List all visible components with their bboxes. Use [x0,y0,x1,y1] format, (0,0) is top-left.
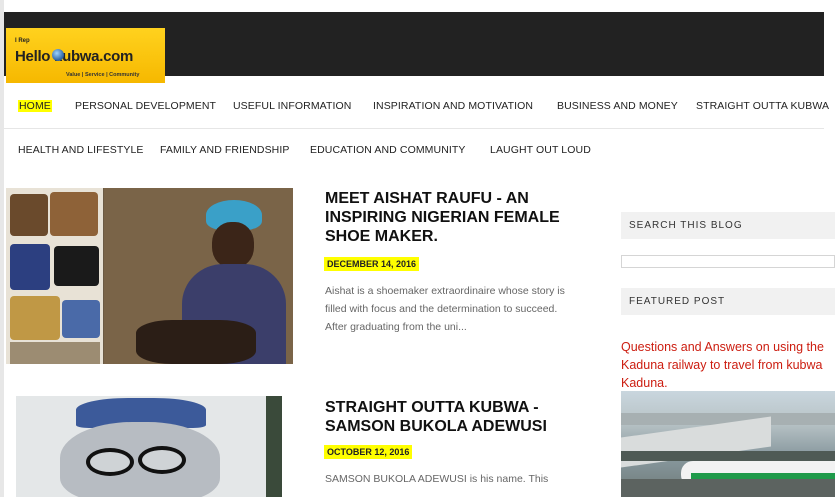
post-snippet: SAMSON BUKOLA ADEWUSI is his name. This [325,473,549,485]
secondary-nav: HEALTH AND LIFESTYLE FAMILY AND FRIENDSH… [4,130,824,170]
logo-brand-text: Hello kubwa.com [15,48,134,65]
featured-widget-title: FEATURED POST [629,296,726,307]
search-input[interactable] [621,255,835,268]
nav-item-family-and-friendship[interactable]: FAMILY AND FRIENDSHIP [160,144,290,156]
nav-item-inspiration-and-motivation[interactable]: INSPIRATION AND MOTIVATION [373,100,533,112]
logo-small-text: I Rep [15,38,30,44]
featured-widget-heading: FEATURED POST [621,288,835,315]
primary-nav: HOME PERSONAL DEVELOPMENT USEFUL INFORMA… [4,84,829,129]
nav-item-business-and-money[interactable]: BUSINESS AND MONEY [557,100,678,112]
nav-item-home[interactable]: HOME [18,100,52,112]
post-date: DECEMBER 14, 2016 [324,257,420,271]
post-snippet: Aishat is a shoemaker extraordinaire who… [325,285,565,333]
logo-tagline: Value | Service | Community [66,72,140,78]
post-thumbnail-shoemaker[interactable] [6,188,293,364]
featured-post-title[interactable]: Questions and Answers on using the Kadun… [621,338,835,392]
nav-item-personal-development[interactable]: PERSONAL DEVELOPMENT [75,100,216,112]
site-logo[interactable]: I Rep Hello kubwa.com Value | Service | … [6,28,165,83]
featured-post-image[interactable] [621,391,835,497]
post-title[interactable]: MEET AISHAT RAUFU - AN INSPIRING NIGERIA… [325,189,580,246]
search-widget-heading: SEARCH THIS BLOG [621,212,835,239]
nav-item-laught-out-loud[interactable]: LAUGHT OUT LOUD [490,144,591,156]
search-widget-title: SEARCH THIS BLOG [629,220,743,231]
nav-item-straight-outta-kubwa[interactable]: STRAIGHT OUTTA KUBWA [696,100,829,112]
nav-item-health-and-lifestyle[interactable]: HEALTH AND LIFESTYLE [18,144,144,156]
post-title[interactable]: STRAIGHT OUTTA KUBWA - SAMSON BUKOLA ADE… [325,398,580,436]
post-thumbnail-portrait[interactable] [16,396,282,497]
nav-item-useful-information[interactable]: USEFUL INFORMATION [233,100,351,112]
nav-item-education-and-community[interactable]: EDUCATION AND COMMUNITY [310,144,466,156]
globe-icon [52,49,64,61]
post-date: OCTOBER 12, 2016 [324,445,413,459]
